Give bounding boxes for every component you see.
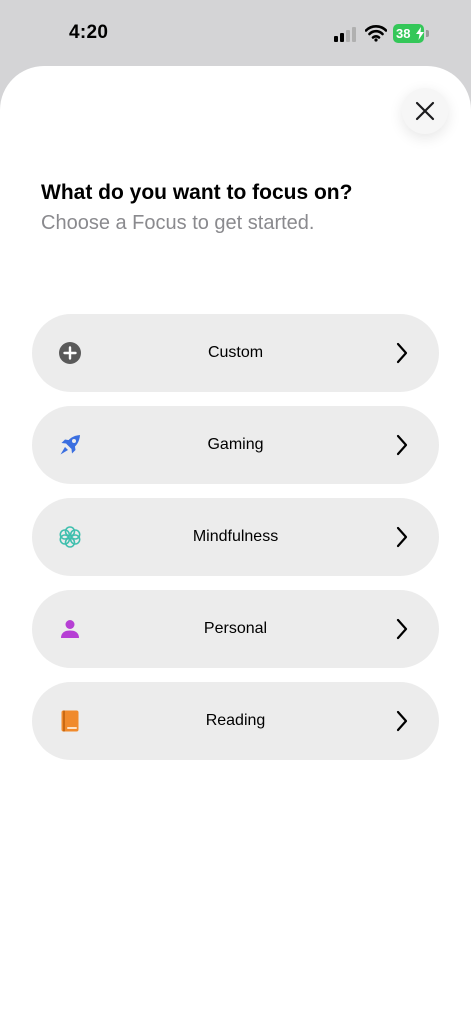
battery-indicator: 38: [393, 24, 429, 43]
focus-options-list: Custom Gaming Mindfulness Personal Readi…: [32, 314, 439, 774]
focus-option-gaming[interactable]: Gaming: [32, 406, 439, 484]
chevron-right-icon: [396, 618, 408, 640]
battery-cap: [426, 30, 429, 37]
focus-option-mindfulness[interactable]: Mindfulness: [32, 498, 439, 576]
option-label: Personal: [203, 620, 268, 637]
option-label: Gaming: [207, 436, 264, 453]
focus-option-reading[interactable]: Reading: [32, 682, 439, 760]
chevron-right-icon: [396, 434, 408, 456]
focus-option-personal[interactable]: Personal: [32, 590, 439, 668]
status-time: 4:20: [69, 22, 109, 43]
close-icon: [415, 101, 435, 121]
option-label: Custom: [207, 344, 264, 361]
focus-sheet: What do you want to focus on? Choose a F…: [0, 66, 471, 1024]
wifi-icon: [365, 25, 387, 42]
option-label: Mindfulness: [192, 528, 279, 545]
charging-bolt-icon: [416, 27, 424, 40]
chevron-right-icon: [396, 526, 408, 548]
close-button[interactable]: [402, 88, 448, 134]
page-title: What do you want to focus on?: [41, 181, 353, 204]
chevron-right-icon: [396, 710, 408, 732]
status-bar: 4:20 38: [0, 0, 471, 66]
chevron-right-icon: [396, 342, 408, 364]
cellular-signal-icon: [334, 27, 356, 42]
page-subtitle: Choose a Focus to get started.: [41, 212, 315, 234]
option-label: Reading: [205, 712, 266, 729]
focus-option-custom[interactable]: Custom: [32, 314, 439, 392]
